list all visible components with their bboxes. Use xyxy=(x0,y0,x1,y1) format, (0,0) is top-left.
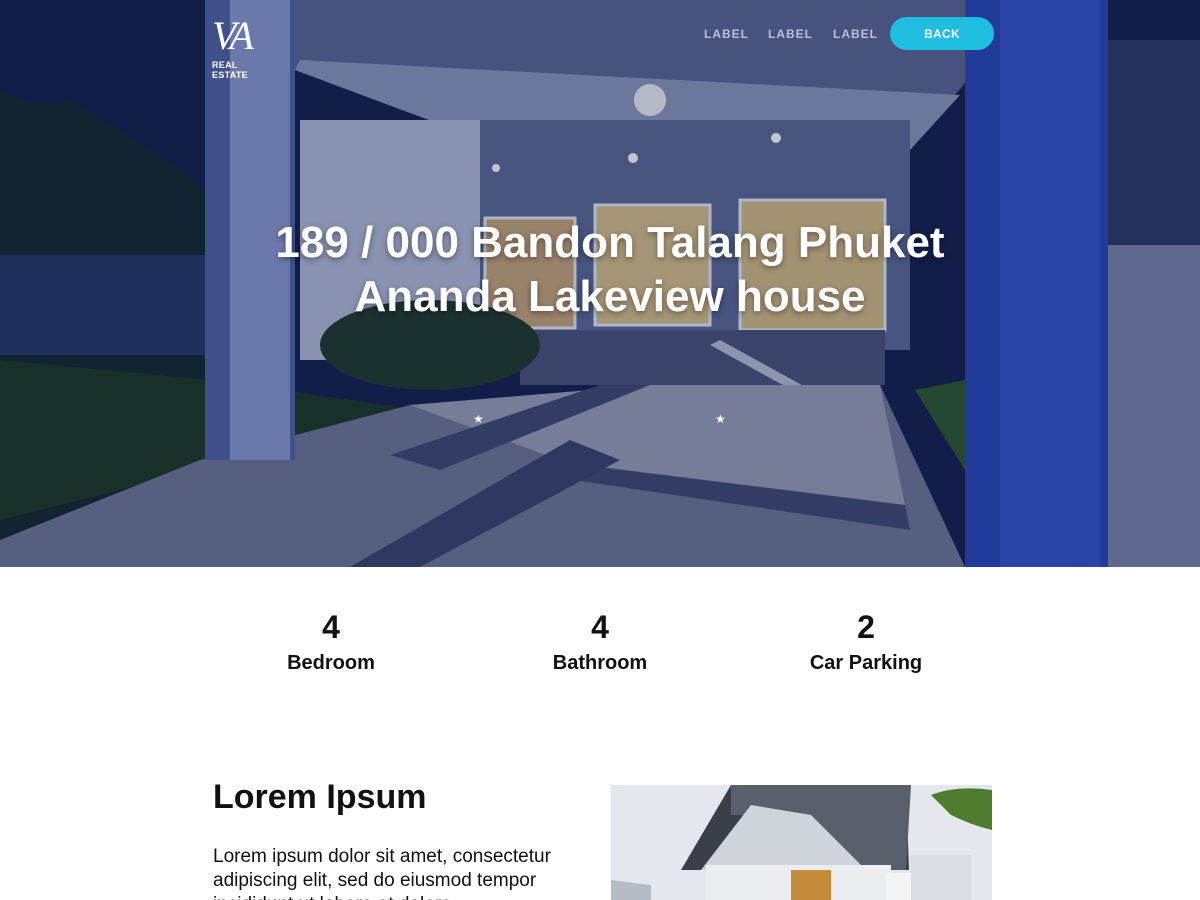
stat-car-parking: 2 Car Parking xyxy=(766,609,966,676)
stat-label: Bathroom xyxy=(552,652,648,674)
hero-title-line-2: Ananda Lakeview house xyxy=(354,272,866,321)
content-title: Lorem Ipsum xyxy=(213,778,427,816)
brand-logo[interactable]: VA REAL ESTATE xyxy=(212,13,272,81)
stat-value: 2 xyxy=(857,609,875,645)
hero-title: 189 / 000 Bandon Talang Phuket Ananda La… xyxy=(200,216,1020,324)
stat-label: Car Parking xyxy=(809,652,923,674)
stat-value: 4 xyxy=(322,609,340,645)
stat-bedroom: 4 Bedroom xyxy=(231,609,431,676)
logo-mark: VA xyxy=(212,13,254,58)
property-stats: 4 Bedroom 4 Bathroom 2 Car Parking xyxy=(0,567,1200,717)
nav-link-3[interactable]: LABEL xyxy=(833,27,878,41)
logo-text: REAL ESTATE xyxy=(212,60,248,80)
nav-link-1[interactable]: LABEL xyxy=(704,27,749,41)
house-exterior-photo xyxy=(611,785,992,900)
star-icon: ★ xyxy=(473,412,484,426)
stat-bathroom: 4 Bathroom xyxy=(500,609,700,676)
back-button[interactable]: BACK xyxy=(890,17,994,50)
nav-link-2[interactable]: LABEL xyxy=(768,27,813,41)
star-icon: ★ xyxy=(715,412,726,426)
content-body: Lorem ipsum dolor sit amet, consectetur … xyxy=(213,846,551,900)
hero-section: VA REAL ESTATE LABEL LABEL LABEL BACK 18… xyxy=(0,0,1200,567)
hero-title-line-1: 189 / 000 Bandon Talang Phuket xyxy=(275,218,945,267)
house-exterior-image xyxy=(611,785,992,900)
stat-label: Bedroom xyxy=(287,652,375,674)
stat-value: 4 xyxy=(591,609,609,645)
